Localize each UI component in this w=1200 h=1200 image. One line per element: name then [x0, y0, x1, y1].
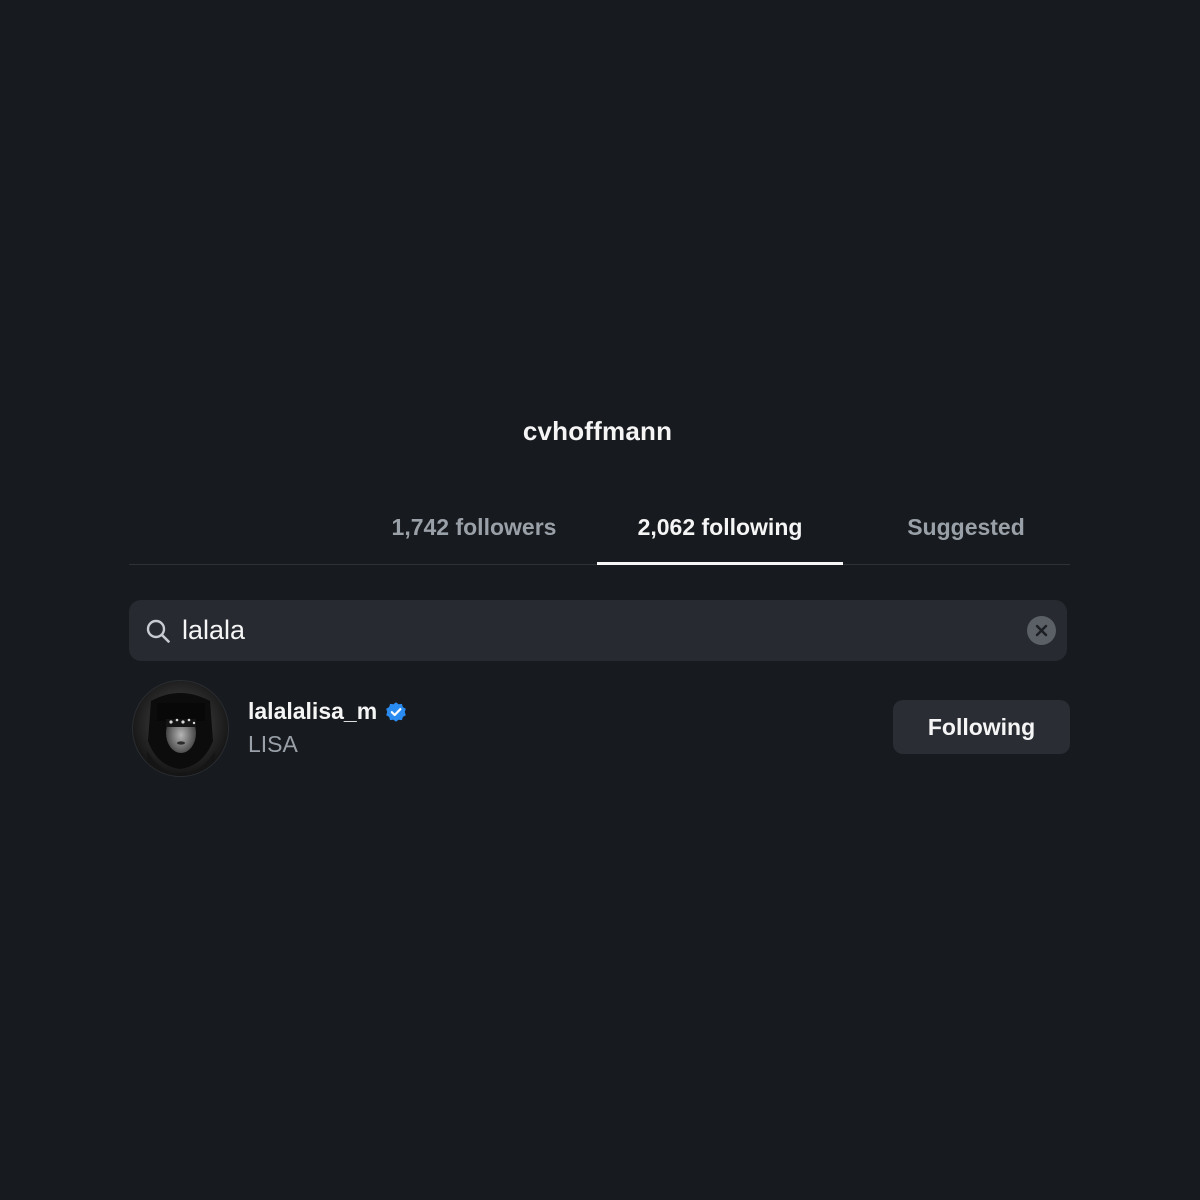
search-icon: [145, 618, 171, 644]
clear-search-button[interactable]: [1027, 616, 1056, 645]
search-bar: [129, 600, 1067, 661]
tab-suggested[interactable]: Suggested: [851, 498, 1081, 563]
page-title: cvhoffmann: [522, 416, 673, 446]
result-username-row[interactable]: lalalalisa_m: [248, 698, 408, 725]
tab-bar: 1,742 followers 2,062 following Suggeste…: [129, 498, 1070, 565]
clear-icon: [1035, 624, 1048, 637]
tab-followers[interactable]: 1,742 followers: [359, 498, 589, 563]
search-input[interactable]: [182, 600, 1002, 661]
result-username[interactable]: lalalalisa_m: [248, 698, 377, 725]
result-full-name: LISA: [248, 731, 298, 757]
avatar[interactable]: [132, 680, 229, 777]
following-button[interactable]: Following: [893, 700, 1070, 754]
active-tab-indicator: [597, 562, 843, 565]
tab-following[interactable]: 2,062 following: [597, 498, 843, 563]
verified-badge-icon: [386, 701, 406, 722]
following-list-page: cvhoffmann 1,742 followers 2,062 followi…: [0, 0, 1200, 1200]
list-item[interactable]: lalalalisa_m LISA Following: [129, 678, 1070, 777]
